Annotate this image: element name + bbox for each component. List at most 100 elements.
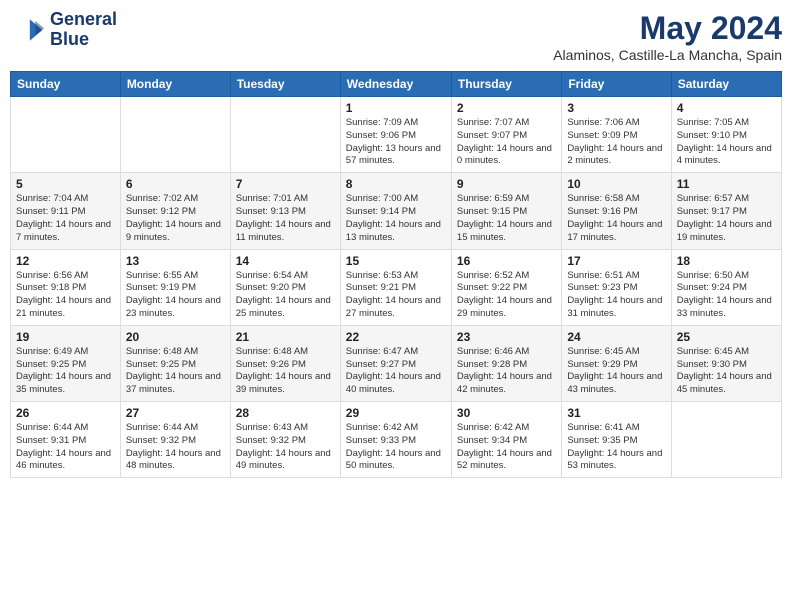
logo: General Blue <box>10 10 117 50</box>
calendar-cell <box>11 97 121 173</box>
calendar-cell: 9Sunrise: 6:59 AM Sunset: 9:15 PM Daylig… <box>451 173 561 249</box>
day-number: 22 <box>346 330 446 344</box>
calendar-cell: 11Sunrise: 6:57 AM Sunset: 9:17 PM Dayli… <box>671 173 781 249</box>
day-number: 21 <box>236 330 335 344</box>
day-number: 31 <box>567 406 665 420</box>
calendar-cell: 23 Sunrise: 6:46 AM Sunset: 9:28 PM Dayli… <box>451 325 561 401</box>
calendar-cell: 19Sunrise: 6:49 AM Sunset: 9:25 PM Dayli… <box>11 325 121 401</box>
calendar-cell: 30 Sunrise: 6:42 AM Sunset: 9:34 PM Dayli… <box>451 402 561 478</box>
calendar-cell: 13Sunrise: 6:55 AM Sunset: 9:19 PM Dayli… <box>120 249 230 325</box>
logo-text: General Blue <box>50 10 117 50</box>
calendar-cell: 2Sunrise: 7:07 AM Sunset: 9:07 PM Daylig… <box>451 97 561 173</box>
day-info: Sunrise: 6:54 AM Sunset: 9:20 PM Dayligh… <box>236 270 335 321</box>
day-number: 10 <box>567 177 665 191</box>
day-number: 7 <box>236 177 335 191</box>
day-info: Sunrise: 7:00 AM Sunset: 9:14 PM Dayligh… <box>346 193 446 244</box>
day-info: Sunrise: 6:45 AM Sunset: 9:29 PM Dayligh… <box>567 346 665 397</box>
week-row-4: 19Sunrise: 6:49 AM Sunset: 9:25 PM Dayli… <box>11 325 782 401</box>
calendar-cell: 5Sunrise: 7:04 AM Sunset: 9:11 PM Daylig… <box>11 173 121 249</box>
day-info: Sunrise: 6:46 AM Sunset: 9:28 PM Dayligh… <box>457 346 556 397</box>
day-number: 20 <box>126 330 225 344</box>
weekday-header-wednesday: Wednesday <box>340 72 451 97</box>
day-info: Sunrise: 7:02 AM Sunset: 9:12 PM Dayligh… <box>126 193 225 244</box>
calendar-cell: 29 Sunrise: 6:42 AM Sunset: 9:33 PM Dayli… <box>340 402 451 478</box>
day-info: Sunrise: 6:42 AM Sunset: 9:33 PM Dayligh… <box>346 422 446 473</box>
calendar-header: SundayMondayTuesdayWednesdayThursdayFrid… <box>11 72 782 97</box>
day-number: 29 <box>346 406 446 420</box>
day-number: 23 <box>457 330 556 344</box>
calendar-body: 1 Sunrise: 7:09 AM Sunset: 9:06 PM Daylig… <box>11 97 782 478</box>
calendar-cell: 28Sunrise: 6:43 AM Sunset: 9:32 PM Dayli… <box>230 402 340 478</box>
calendar-cell: 7 Sunrise: 7:01 AM Sunset: 9:13 PM Daylig… <box>230 173 340 249</box>
day-info: Sunrise: 6:53 AM Sunset: 9:21 PM Dayligh… <box>346 270 446 321</box>
day-info: Sunrise: 6:50 AM Sunset: 9:24 PM Dayligh… <box>677 270 776 321</box>
weekday-header-monday: Monday <box>120 72 230 97</box>
calendar: SundayMondayTuesdayWednesdayThursdayFrid… <box>10 71 782 478</box>
calendar-cell: 17 Sunrise: 6:51 AM Sunset: 9:23 PM Dayli… <box>562 249 671 325</box>
calendar-cell: 15 Sunrise: 6:53 AM Sunset: 9:21 PM Dayli… <box>340 249 451 325</box>
weekday-header-tuesday: Tuesday <box>230 72 340 97</box>
day-number: 4 <box>677 101 776 115</box>
logo-icon <box>10 12 46 48</box>
calendar-cell: 16Sunrise: 6:52 AM Sunset: 9:22 PM Dayli… <box>451 249 561 325</box>
calendar-cell: 1 Sunrise: 7:09 AM Sunset: 9:06 PM Daylig… <box>340 97 451 173</box>
day-info: Sunrise: 6:47 AM Sunset: 9:27 PM Dayligh… <box>346 346 446 397</box>
day-number: 3 <box>567 101 665 115</box>
day-info: Sunrise: 6:58 AM Sunset: 9:16 PM Dayligh… <box>567 193 665 244</box>
location-title: Alaminos, Castille-La Mancha, Spain <box>553 47 782 63</box>
calendar-cell <box>230 97 340 173</box>
day-number: 30 <box>457 406 556 420</box>
weekday-row: SundayMondayTuesdayWednesdayThursdayFrid… <box>11 72 782 97</box>
day-info: Sunrise: 6:42 AM Sunset: 9:34 PM Dayligh… <box>457 422 556 473</box>
day-number: 12 <box>16 254 115 268</box>
day-number: 8 <box>346 177 446 191</box>
calendar-cell: 20 Sunrise: 6:48 AM Sunset: 9:25 PM Dayli… <box>120 325 230 401</box>
day-info: Sunrise: 6:48 AM Sunset: 9:25 PM Dayligh… <box>126 346 225 397</box>
day-number: 14 <box>236 254 335 268</box>
week-row-1: 1 Sunrise: 7:09 AM Sunset: 9:06 PM Daylig… <box>11 97 782 173</box>
calendar-cell: 21 Sunrise: 6:48 AM Sunset: 9:26 PM Dayli… <box>230 325 340 401</box>
calendar-cell: 12Sunrise: 6:56 AM Sunset: 9:18 PM Dayli… <box>11 249 121 325</box>
day-number: 1 <box>346 101 446 115</box>
calendar-cell <box>671 402 781 478</box>
day-number: 13 <box>126 254 225 268</box>
day-info: Sunrise: 7:09 AM Sunset: 9:06 PM Dayligh… <box>346 117 446 168</box>
day-info: Sunrise: 6:57 AM Sunset: 9:17 PM Dayligh… <box>677 193 776 244</box>
calendar-cell: 25Sunrise: 6:45 AM Sunset: 9:30 PM Dayli… <box>671 325 781 401</box>
calendar-cell: 18 Sunrise: 6:50 AM Sunset: 9:24 PM Dayli… <box>671 249 781 325</box>
day-info: Sunrise: 6:51 AM Sunset: 9:23 PM Dayligh… <box>567 270 665 321</box>
page-header: General Blue May 2024 Alaminos, Castille… <box>10 10 782 63</box>
day-number: 27 <box>126 406 225 420</box>
calendar-cell: 4Sunrise: 7:05 AM Sunset: 9:10 PM Daylig… <box>671 97 781 173</box>
day-number: 26 <box>16 406 115 420</box>
day-number: 24 <box>567 330 665 344</box>
calendar-cell: 8 Sunrise: 7:00 AM Sunset: 9:14 PM Daylig… <box>340 173 451 249</box>
day-number: 5 <box>16 177 115 191</box>
calendar-cell: 26 Sunrise: 6:44 AM Sunset: 9:31 PM Dayli… <box>11 402 121 478</box>
day-info: Sunrise: 6:52 AM Sunset: 9:22 PM Dayligh… <box>457 270 556 321</box>
calendar-cell: 10 Sunrise: 6:58 AM Sunset: 9:16 PM Dayli… <box>562 173 671 249</box>
day-number: 6 <box>126 177 225 191</box>
day-info: Sunrise: 6:44 AM Sunset: 9:32 PM Dayligh… <box>126 422 225 473</box>
calendar-cell: 14 Sunrise: 6:54 AM Sunset: 9:20 PM Dayli… <box>230 249 340 325</box>
day-info: Sunrise: 6:48 AM Sunset: 9:26 PM Dayligh… <box>236 346 335 397</box>
day-number: 9 <box>457 177 556 191</box>
day-number: 17 <box>567 254 665 268</box>
calendar-cell: 22 Sunrise: 6:47 AM Sunset: 9:27 PM Dayli… <box>340 325 451 401</box>
day-info: Sunrise: 6:44 AM Sunset: 9:31 PM Dayligh… <box>16 422 115 473</box>
day-number: 2 <box>457 101 556 115</box>
week-row-3: 12Sunrise: 6:56 AM Sunset: 9:18 PM Dayli… <box>11 249 782 325</box>
month-title: May 2024 <box>553 10 782 47</box>
day-number: 18 <box>677 254 776 268</box>
calendar-cell: 24 Sunrise: 6:45 AM Sunset: 9:29 PM Dayli… <box>562 325 671 401</box>
day-info: Sunrise: 7:01 AM Sunset: 9:13 PM Dayligh… <box>236 193 335 244</box>
calendar-cell <box>120 97 230 173</box>
weekday-header-friday: Friday <box>562 72 671 97</box>
day-info: Sunrise: 6:41 AM Sunset: 9:35 PM Dayligh… <box>567 422 665 473</box>
day-info: Sunrise: 7:06 AM Sunset: 9:09 PM Dayligh… <box>567 117 665 168</box>
day-number: 28 <box>236 406 335 420</box>
day-number: 25 <box>677 330 776 344</box>
day-number: 19 <box>16 330 115 344</box>
weekday-header-sunday: Sunday <box>11 72 121 97</box>
day-number: 15 <box>346 254 446 268</box>
